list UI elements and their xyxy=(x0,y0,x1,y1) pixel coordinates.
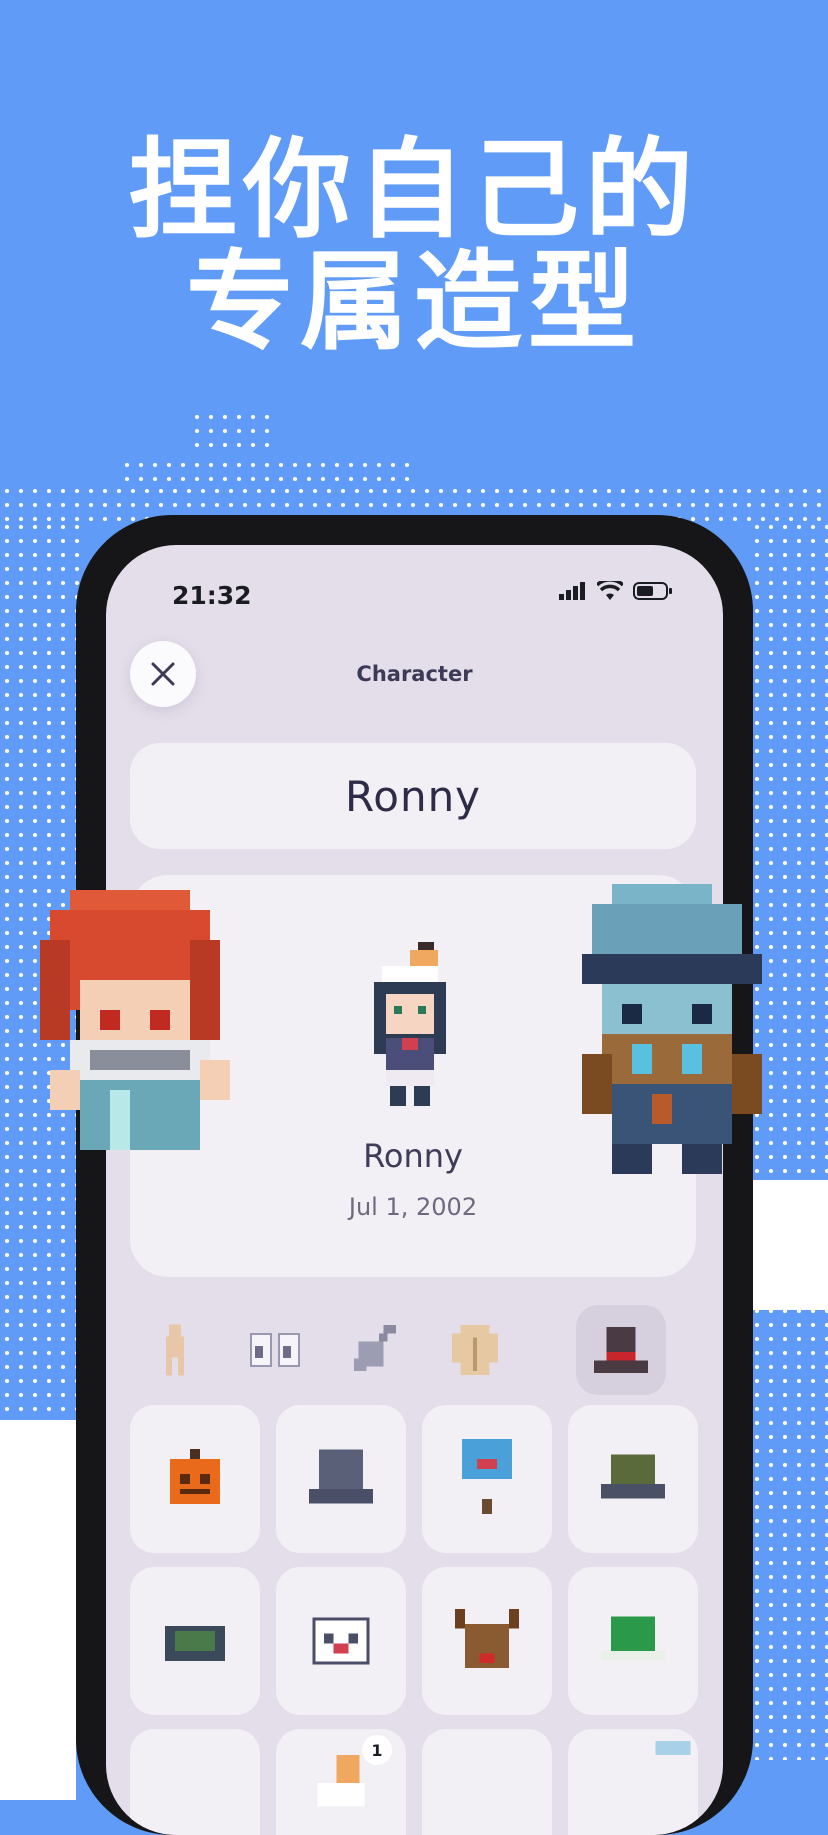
status-time: 21:32 xyxy=(172,581,252,610)
page-headline: 捏你自己的 专属造型 xyxy=(0,135,828,359)
eyes-icon xyxy=(250,1332,300,1368)
hat-item-slot-9[interactable] xyxy=(130,1729,260,1835)
body-icon xyxy=(166,1324,184,1376)
wifi-icon xyxy=(597,581,623,600)
hat-item-gray-top-hat[interactable] xyxy=(276,1405,406,1553)
character-name-field[interactable]: Ronny xyxy=(130,743,696,849)
brush-icon xyxy=(354,1325,396,1371)
phone-screen: 21:32 Character Ronny Ronny Jul 1, 2002 … xyxy=(106,545,723,1835)
hat-item-white-ghost[interactable] xyxy=(276,1567,406,1715)
hat-item-pumpkin[interactable] xyxy=(130,1405,260,1553)
blue-bird-hat-icon xyxy=(462,1439,512,1514)
tab-hat[interactable] xyxy=(576,1305,666,1395)
cloud-left xyxy=(0,1420,76,1800)
white-ghost-hat-icon xyxy=(312,1617,370,1665)
reindeer-hat-icon xyxy=(455,1609,519,1669)
green-bowl-hat-icon xyxy=(165,1626,225,1661)
hat-item-green-cap[interactable] xyxy=(568,1567,698,1715)
character-avatar xyxy=(374,942,446,1106)
tab-outfit[interactable] xyxy=(430,1305,520,1395)
hat-item-turtle-shell[interactable] xyxy=(568,1405,698,1553)
turtle-shell-hat-icon xyxy=(601,1454,665,1499)
blue-item-icon xyxy=(655,1741,691,1755)
hat-item-reindeer[interactable] xyxy=(422,1567,552,1715)
signal-icon xyxy=(559,582,585,600)
tab-hair[interactable] xyxy=(330,1305,420,1395)
page-title: Character xyxy=(356,662,473,686)
red-hair-character-sprite xyxy=(40,890,230,1150)
item-count-badge: 1 xyxy=(362,1735,392,1765)
coat-icon xyxy=(452,1325,498,1375)
green-cap-icon xyxy=(601,1616,665,1661)
headline-line-2: 专属造型 xyxy=(185,240,642,365)
hat-item-slot-11[interactable] xyxy=(422,1729,552,1835)
pumpkin-hat-icon xyxy=(170,1449,220,1504)
battery-icon xyxy=(633,582,672,600)
hat-item-green-bowl[interactable] xyxy=(130,1567,260,1715)
character-birthdate: Jul 1, 2002 xyxy=(348,1193,478,1221)
dot-pattern-top xyxy=(190,410,274,452)
blue-cap-character-sprite xyxy=(582,884,762,1174)
top-hat-icon xyxy=(594,1327,648,1373)
tab-body[interactable] xyxy=(130,1305,220,1395)
tab-eyes[interactable] xyxy=(230,1305,320,1395)
headline-line-1: 捏你自己的 xyxy=(128,128,699,253)
ice-cream-hat-icon xyxy=(317,1755,365,1807)
hat-item-slot-12[interactable] xyxy=(568,1729,698,1835)
cloud-right xyxy=(752,1180,828,1310)
hat-item-ice-cream[interactable]: 1 xyxy=(276,1729,406,1835)
gray-top-hat-icon xyxy=(309,1449,373,1504)
hat-item-blue-bird[interactable] xyxy=(422,1405,552,1553)
status-icons xyxy=(559,581,673,601)
